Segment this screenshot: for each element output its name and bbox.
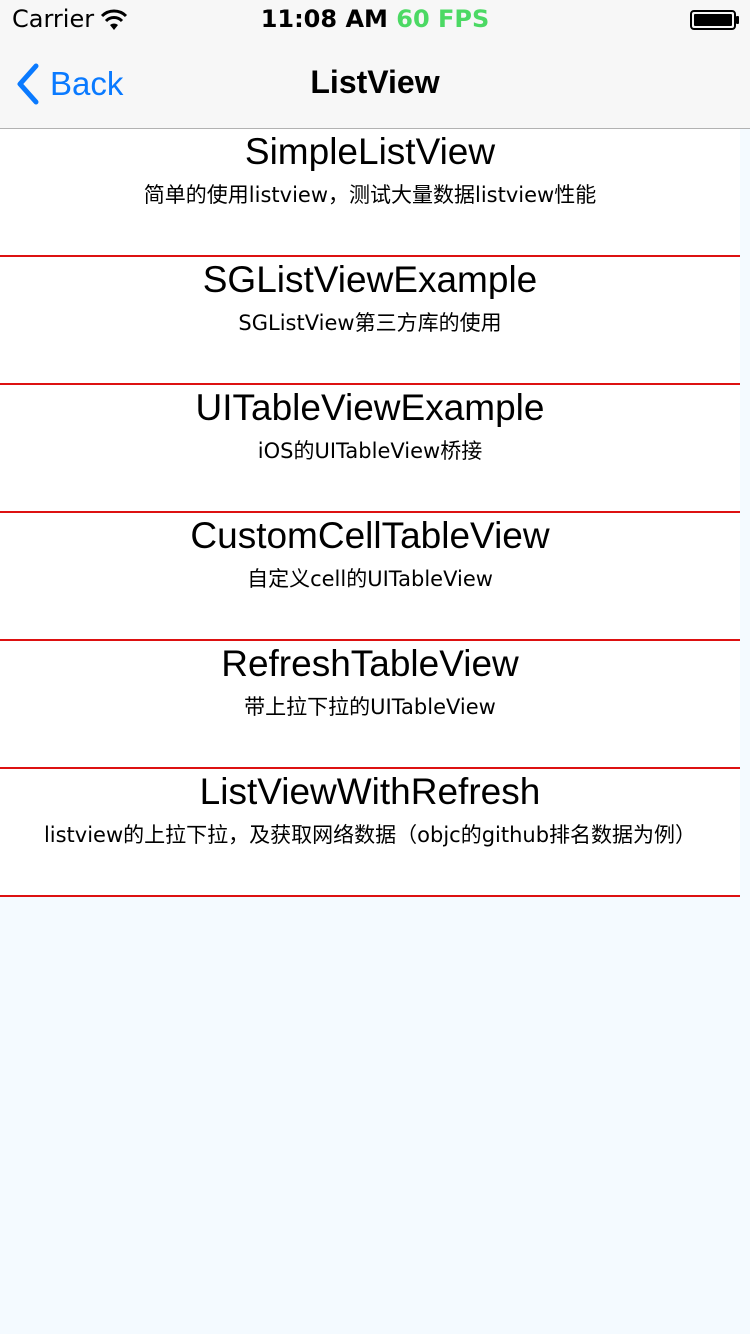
time-label: 11:08 AM xyxy=(260,5,388,33)
list-item-subtitle: 简单的使用listview，测试大量数据listview性能 xyxy=(143,183,597,207)
list-item-subtitle: 自定义cell的UITableView xyxy=(247,567,493,591)
list-item[interactable]: UITableViewExample iOS的UITableView桥接 xyxy=(0,385,740,513)
list-item[interactable]: SGListViewExample SGListView第三方库的使用 xyxy=(0,257,740,385)
list-item[interactable]: RefreshTableView 带上拉下拉的UITableView xyxy=(0,641,740,769)
list-item-title: CustomCellTableView xyxy=(190,515,550,555)
list-item-subtitle: iOS的UITableView桥接 xyxy=(257,439,483,463)
list-item-title: SimpleListView xyxy=(244,131,496,171)
list-item-title: ListViewWithRefresh xyxy=(199,771,541,811)
fps-label: 60 FPS xyxy=(396,5,490,33)
page-title: ListView xyxy=(310,64,440,100)
navigation-bar: Back ListView xyxy=(0,40,750,129)
list-item[interactable]: CustomCellTableView 自定义cell的UITableView xyxy=(0,513,740,641)
list-item[interactable]: SimpleListView 简单的使用listview，测试大量数据listv… xyxy=(0,129,740,257)
list-item-subtitle: listview的上拉下拉，及获取网络数据（objc的github排名数据为例） xyxy=(43,823,697,847)
status-bar: Carrier 11:08 AM 60 FPS xyxy=(0,0,750,40)
list-item-title: SGListViewExample xyxy=(202,259,538,299)
list-item-subtitle: 带上拉下拉的UITableView xyxy=(244,695,496,719)
list-item-subtitle: SGListView第三方库的使用 xyxy=(238,311,502,335)
status-time: 11:08 AM 60 FPS xyxy=(0,5,750,33)
list-item-title: RefreshTableView xyxy=(221,643,519,683)
list-item-title: UITableViewExample xyxy=(195,387,545,427)
list-view[interactable]: SimpleListView 简单的使用listview，测试大量数据listv… xyxy=(0,129,740,897)
battery-icon xyxy=(690,10,739,30)
list-item[interactable]: ListViewWithRefresh listview的上拉下拉，及获取网络数… xyxy=(0,769,740,897)
